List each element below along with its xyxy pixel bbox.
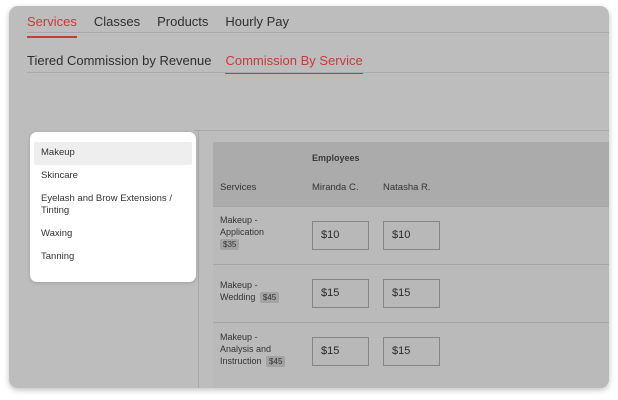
app-window: Services Classes Products Hourly Pay Tie… <box>9 6 609 388</box>
column-header-services: Services <box>220 182 257 193</box>
commission-input-natasha[interactable]: $15 <box>383 337 440 366</box>
table-row: Makeup - Wedding $45 $15 $15 <box>213 264 609 322</box>
commission-input-miranda[interactable]: $15 <box>312 279 369 308</box>
commission-input-natasha[interactable]: $10 <box>383 221 440 250</box>
price-badge: $45 <box>259 292 280 303</box>
category-dropdown-menu: Makeup Skincare Eyelash and Brow Extensi… <box>30 132 196 282</box>
top-tab-divider <box>27 32 609 33</box>
tab-classes[interactable]: Classes <box>94 12 140 38</box>
price-badge: $35 <box>220 239 240 250</box>
column-header-natasha: Natasha R. <box>383 182 431 193</box>
sub-tab-divider <box>27 72 609 73</box>
commission-input-natasha[interactable]: $15 <box>383 279 440 308</box>
menu-item-waxing[interactable]: Waxing <box>34 223 192 246</box>
menu-item-makeup[interactable]: Makeup <box>34 142 192 165</box>
tab-hourly-pay[interactable]: Hourly Pay <box>225 12 289 38</box>
employees-group-header: Employees <box>312 153 360 163</box>
menu-item-eyelash-brow[interactable]: Eyelash and Brow Extensions / Tinting <box>34 188 192 223</box>
commission-table: Employees Services Miranda C. Natasha R.… <box>213 142 609 388</box>
sub-tab-bar: Tiered Commission by Revenue Commission … <box>27 51 377 74</box>
service-label: Makeup - Wedding <box>220 280 258 302</box>
service-label: Makeup - Analysis and Instruction <box>220 332 272 366</box>
menu-item-tanning[interactable]: Tanning <box>34 246 192 269</box>
sidebar-divider <box>198 130 199 388</box>
service-name: Makeup - Application $35 <box>220 214 276 250</box>
service-name: Makeup - Wedding $45 <box>220 279 290 303</box>
commission-input-miranda[interactable]: $10 <box>312 221 369 250</box>
table-row: Makeup - Analysis and Instruction $45 $1… <box>213 322 609 388</box>
service-name: Makeup - Analysis and Instruction $45 <box>220 331 292 367</box>
service-label: Makeup - Application <box>220 215 265 237</box>
menu-item-skincare[interactable]: Skincare <box>34 165 192 188</box>
top-tab-bar: Services Classes Products Hourly Pay <box>27 12 306 38</box>
tab-commission-by-service[interactable]: Commission By Service <box>225 51 363 74</box>
tab-services[interactable]: Services <box>27 12 77 38</box>
tab-tiered-commission[interactable]: Tiered Commission by Revenue <box>27 51 211 74</box>
content-divider <box>194 130 609 131</box>
price-badge: $45 <box>266 356 286 367</box>
table-row: Makeup - Application $35 $10 $10 <box>213 206 609 264</box>
column-header-miranda: Miranda C. <box>312 182 359 193</box>
table-header: Employees Services Miranda C. Natasha R. <box>213 142 609 206</box>
commission-input-miranda[interactable]: $15 <box>312 337 369 366</box>
tab-products[interactable]: Products <box>157 12 208 38</box>
